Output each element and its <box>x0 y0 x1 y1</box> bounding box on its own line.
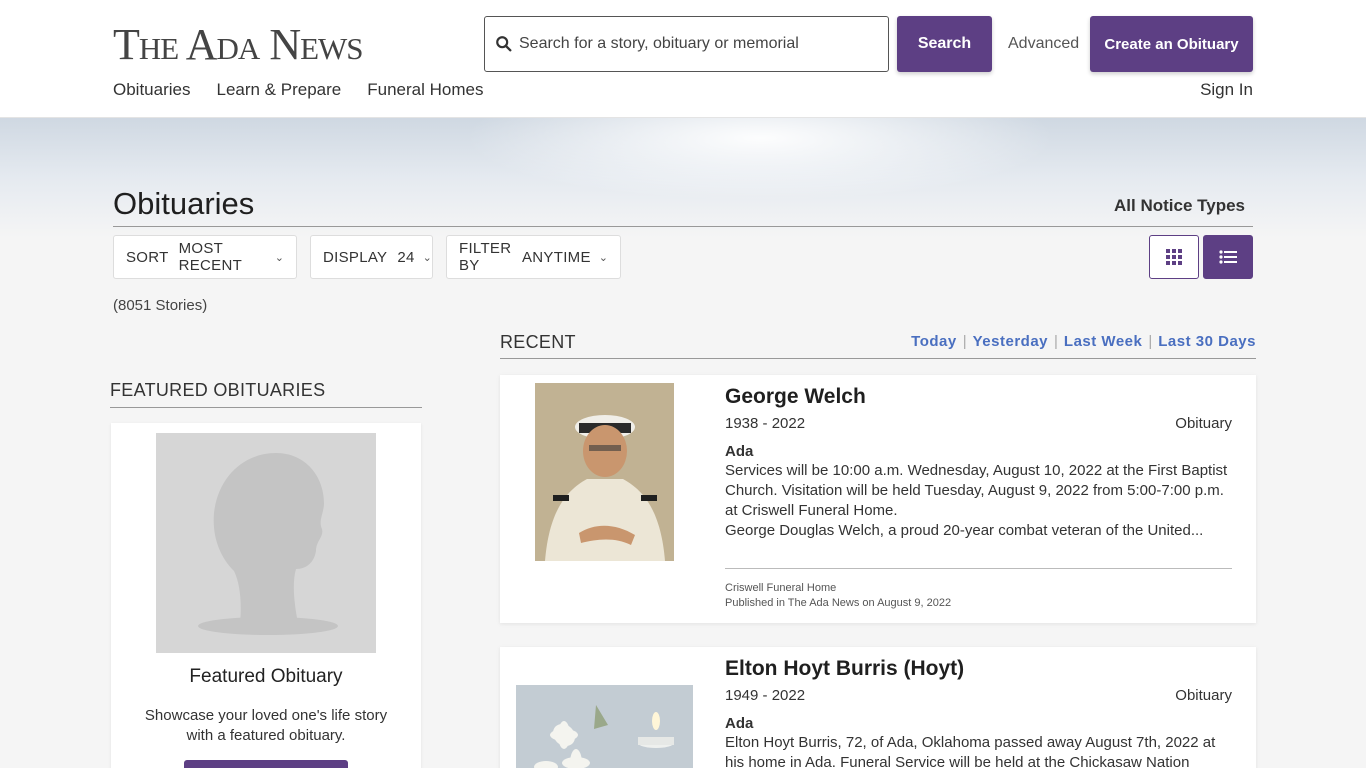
site-logo[interactable]: The Ada News <box>113 20 364 70</box>
notice-types-dropdown[interactable]: All Notice Types <box>1114 196 1245 216</box>
obituary-years: 1949 - 2022 <box>725 687 806 704</box>
obituary-card[interactable]: George Welch 1938 - 2022 Obituary Ada Se… <box>500 375 1256 623</box>
card-divider <box>725 568 1232 569</box>
search-input[interactable] <box>519 17 879 71</box>
sign-in-link[interactable]: Sign In <box>1200 80 1253 100</box>
featured-cta-button[interactable] <box>184 760 348 768</box>
display-value: 24 <box>397 248 415 266</box>
nav-item-learn-prepare[interactable]: Learn & Prepare <box>216 80 341 100</box>
sort-value: MOST RECENT <box>178 240 243 274</box>
obituary-city: Ada <box>725 443 754 460</box>
featured-obituary-card: Featured Obituary Showcase your loved on… <box>111 423 421 768</box>
search-button[interactable]: Search <box>897 16 992 72</box>
obituary-photo[interactable] <box>535 383 674 561</box>
obituary-type: Obituary <box>1175 687 1232 704</box>
date-filters: Today | Yesterday | Last Week | Last 30 Day… <box>911 333 1256 350</box>
obituary-photo[interactable] <box>516 685 693 768</box>
title-divider <box>113 226 1253 227</box>
obituary-name[interactable]: George Welch <box>725 385 866 409</box>
obituary-card[interactable]: Elton Hoyt Burris (Hoyt) 1949 - 2022 Obi… <box>500 647 1256 768</box>
sort-select[interactable]: SORT MOST RECENT ⌄ <box>113 235 297 279</box>
recent-divider <box>500 358 1256 359</box>
list-view-button[interactable] <box>1203 235 1253 279</box>
nav-item-obituaries[interactable]: Obituaries <box>113 80 190 100</box>
site-header: The Ada News Search Advanced Create an O… <box>0 0 1366 118</box>
obituary-city: Ada <box>725 715 754 732</box>
recent-heading: RECENT <box>500 332 576 352</box>
chevron-down-icon: ⌄ <box>422 251 432 264</box>
list-icon <box>1219 250 1237 264</box>
filter-label: FILTER BY <box>459 240 512 274</box>
chevron-down-icon: ⌄ <box>274 251 284 264</box>
nav-item-funeral-homes[interactable]: Funeral Homes <box>367 80 483 100</box>
search-box[interactable] <box>484 16 889 72</box>
filter-last-30-days[interactable]: Last 30 Days <box>1158 333 1256 350</box>
filter-yesterday[interactable]: Yesterday <box>973 333 1048 350</box>
chevron-down-icon: ⌄ <box>598 251 608 264</box>
grid-icon <box>1166 249 1182 265</box>
funeral-home-link[interactable]: Criswell Funeral Home <box>725 582 836 594</box>
placeholder-avatar <box>156 433 376 653</box>
sort-label: SORT <box>126 248 169 266</box>
display-select[interactable]: DISPLAY 24 ⌄ <box>310 235 433 279</box>
filter-select[interactable]: FILTER BY ANYTIME ⌄ <box>446 235 621 279</box>
filter-today[interactable]: Today <box>911 333 957 350</box>
grid-view-button[interactable] <box>1149 235 1199 279</box>
obituary-type: Obituary <box>1175 415 1232 432</box>
story-count: (8051 Stories) <box>113 297 208 314</box>
page-title: Obituaries <box>113 186 255 221</box>
published-info: Published in The Ada News on August 9, 2… <box>725 597 952 609</box>
create-obituary-button[interactable]: Create an Obituary <box>1090 16 1253 72</box>
featured-heading: FEATURED OBITUARIES <box>110 380 422 408</box>
filter-last-week[interactable]: Last Week <box>1064 333 1142 350</box>
advanced-search-link[interactable]: Advanced <box>1008 35 1079 53</box>
obituary-excerpt: Services will be 10:00 a.m. Wednesday, A… <box>725 462 1228 539</box>
main-nav: Obituaries Learn & Prepare Funeral Homes <box>113 80 483 100</box>
search-icon <box>496 36 512 52</box>
obituary-name[interactable]: Elton Hoyt Burris (Hoyt) <box>725 657 964 681</box>
obituary-years: 1938 - 2022 <box>725 415 806 432</box>
filter-value: ANYTIME <box>522 248 591 266</box>
obituary-excerpt: Elton Hoyt Burris, 72, of Ada, Oklahoma … <box>725 734 1216 768</box>
display-label: DISPLAY <box>323 248 388 266</box>
featured-card-desc: Showcase your loved one's life story wit… <box>144 707 388 744</box>
featured-card-title: Featured Obituary <box>189 666 343 687</box>
